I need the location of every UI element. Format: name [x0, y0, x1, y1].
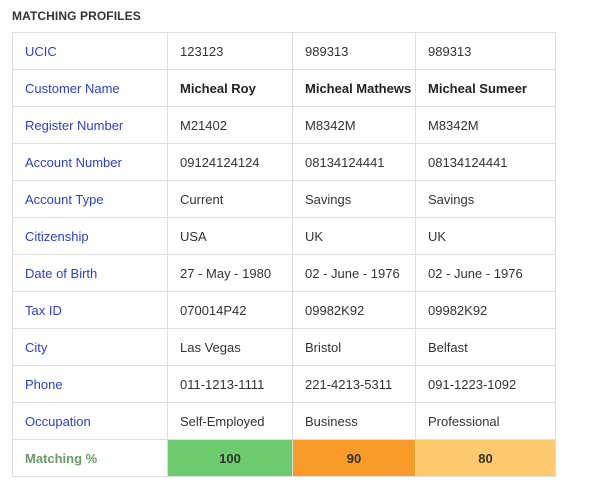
- profile-3-tax-id: 09982K92: [415, 291, 556, 329]
- profile-1-city: Las Vegas: [167, 328, 293, 366]
- profile-3-ucic: 989313: [415, 32, 556, 70]
- profile-1-account-number: 09124124124: [167, 143, 293, 181]
- profile-3-occupation: Professional: [415, 402, 556, 440]
- row-label-occupation: Occupation: [12, 402, 168, 440]
- profile-3-citizenship: UK: [415, 217, 556, 255]
- profile-1-date-of-birth: 27 - May - 1980: [167, 254, 293, 292]
- profile-1-account-type: Current: [167, 180, 293, 218]
- profile-2-phone: 221-4213-5311: [292, 365, 416, 403]
- profile-1-citizenship: USA: [167, 217, 293, 255]
- table-row-customer-name: Customer Name Micheal Roy Micheal Mathew…: [12, 69, 556, 107]
- profile-2-occupation: Business: [292, 402, 416, 440]
- table-row-date-of-birth: Date of Birth 27 - May - 1980 02 - June …: [12, 254, 556, 292]
- profile-1-customer-name: Micheal Roy: [167, 69, 293, 107]
- profile-2-register-number: M8342M: [292, 106, 416, 144]
- profile-1-match-badge: 100: [167, 439, 293, 477]
- profile-3-match-badge: 80: [415, 439, 556, 477]
- profile-3-customer-name: Micheal Sumeer: [415, 69, 556, 107]
- profile-3-register-number: M8342M: [415, 106, 556, 144]
- table-row-account-number: Account Number 09124124124 08134124441 0…: [12, 143, 556, 181]
- profile-2-account-number: 08134124441: [292, 143, 416, 181]
- profile-3-phone: 091-1223-1092: [415, 365, 556, 403]
- profile-3-city: Belfast: [415, 328, 556, 366]
- profile-3-account-number: 08134124441: [415, 143, 556, 181]
- profile-2-account-type: Savings: [292, 180, 416, 218]
- table-row-phone: Phone 011-1213-1111 221-4213-5311 091-12…: [12, 365, 556, 403]
- table-row-occupation: Occupation Self-Employed Business Profes…: [12, 402, 556, 440]
- matching-profiles-table: UCIC 123123 989313 989313 Customer Name …: [12, 32, 556, 477]
- table-row-account-type: Account Type Current Savings Savings: [12, 180, 556, 218]
- section-title: MATCHING PROFILES: [12, 9, 141, 23]
- profile-3-account-type: Savings: [415, 180, 556, 218]
- profile-2-date-of-birth: 02 - June - 1976: [292, 254, 416, 292]
- row-label-date-of-birth: Date of Birth: [12, 254, 168, 292]
- row-label-tax-id: Tax ID: [12, 291, 168, 329]
- profile-3-date-of-birth: 02 - June - 1976: [415, 254, 556, 292]
- row-label-ucic: UCIC: [12, 32, 168, 70]
- table-row-tax-id: Tax ID 070014P42 09982K92 09982K92: [12, 291, 556, 329]
- table-row-citizenship: Citizenship USA UK UK: [12, 217, 556, 255]
- row-label-account-type: Account Type: [12, 180, 168, 218]
- row-label-register-number: Register Number: [12, 106, 168, 144]
- profile-2-citizenship: UK: [292, 217, 416, 255]
- profile-2-ucic: 989313: [292, 32, 416, 70]
- row-label-account-number: Account Number: [12, 143, 168, 181]
- row-label-customer-name: Customer Name: [12, 69, 168, 107]
- profile-2-customer-name: Micheal Mathews: [292, 69, 416, 107]
- profile-1-occupation: Self-Employed: [167, 402, 293, 440]
- table-row-city: City Las Vegas Bristol Belfast: [12, 328, 556, 366]
- profile-2-match-badge: 90: [292, 439, 416, 477]
- row-label-phone: Phone: [12, 365, 168, 403]
- table-row-matching-percent: Matching % 100 90 80: [12, 439, 556, 477]
- profile-1-phone: 011-1213-1111: [167, 365, 293, 403]
- table-row-register-number: Register Number M21402 M8342M M8342M: [12, 106, 556, 144]
- profile-1-tax-id: 070014P42: [167, 291, 293, 329]
- row-label-matching-percent: Matching %: [12, 439, 168, 477]
- profile-1-register-number: M21402: [167, 106, 293, 144]
- profile-1-ucic: 123123: [167, 32, 293, 70]
- profile-2-city: Bristol: [292, 328, 416, 366]
- row-label-citizenship: Citizenship: [12, 217, 168, 255]
- table-row-ucic: UCIC 123123 989313 989313: [12, 32, 556, 70]
- row-label-city: City: [12, 328, 168, 366]
- profile-2-tax-id: 09982K92: [292, 291, 416, 329]
